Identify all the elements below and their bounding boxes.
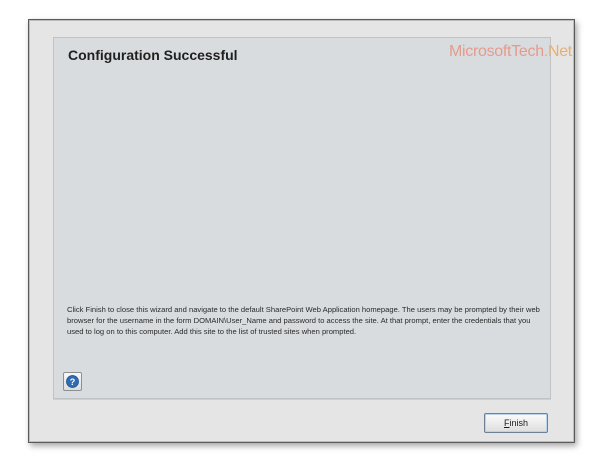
watermark: MicrosoftTech.Net <box>449 43 572 61</box>
help-button[interactable]: ? <box>63 372 82 391</box>
question-mark-icon: ? <box>66 375 79 388</box>
finish-button[interactable]: Finish <box>484 413 548 433</box>
watermark-part1: MicrosoftTech <box>449 43 544 60</box>
page-title: Configuration Successful <box>68 47 238 63</box>
svg-text:?: ? <box>70 377 76 387</box>
watermark-part2: .Net <box>543 43 572 60</box>
wizard-dialog: Configuration Successful Click Finish to… <box>28 19 575 443</box>
footer-divider <box>53 399 551 400</box>
content-panel: Configuration Successful Click Finish to… <box>53 37 551 399</box>
description-text: Click Finish to close this wizard and na… <box>67 305 540 336</box>
finish-label: inish <box>509 418 528 428</box>
